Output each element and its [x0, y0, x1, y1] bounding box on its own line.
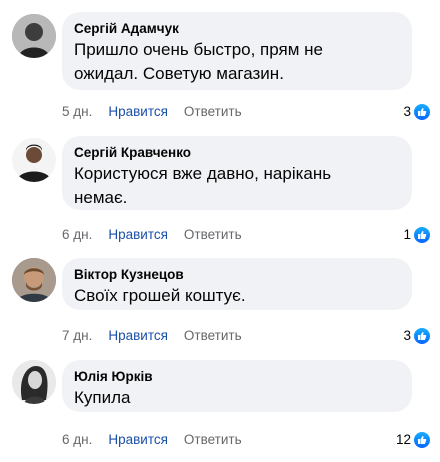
comment-item: Юлія Юрків Купила 6 дн. Нравится Ответит…: [0, 346, 440, 462]
comment-item: Сергій Адамчук Пришло очень быстро, прям…: [0, 0, 440, 122]
reply-link[interactable]: Ответить: [184, 103, 242, 121]
like-link[interactable]: Нравится: [108, 327, 168, 345]
avatar-photo-icon: [12, 258, 56, 302]
avatar[interactable]: [12, 360, 56, 404]
comment-bubble: Юлія Юрків Купила: [62, 360, 412, 412]
comment-text-line: немає.: [74, 188, 128, 207]
comment-time[interactable]: 7 дн.: [62, 327, 92, 345]
comment-actions: 7 дн. Нравится Ответить: [62, 327, 242, 345]
reply-link[interactable]: Ответить: [184, 226, 242, 244]
comment-author[interactable]: Юлія Юрків: [74, 368, 400, 386]
comment-bubble: Віктор Кузнецов Своїх грошей коштує.: [62, 258, 412, 310]
like-thumb-icon: [414, 432, 430, 448]
comment-actions: 6 дн. Нравится Ответить: [62, 431, 242, 449]
reaction-count[interactable]: 3: [403, 327, 430, 345]
comment-author[interactable]: Сергій Адамчук: [74, 20, 400, 38]
comment-text-line: Користуюся вже давно, нарікань: [74, 164, 332, 183]
reaction-count-value: 12: [395, 432, 411, 447]
reaction-count[interactable]: 12: [396, 431, 430, 449]
reply-link[interactable]: Ответить: [184, 327, 242, 345]
avatar[interactable]: [12, 14, 56, 58]
comment-time[interactable]: 5 дн.: [62, 103, 92, 121]
avatar-photo-icon: [12, 14, 56, 58]
reply-link[interactable]: Ответить: [184, 431, 242, 449]
avatar-photo-icon: [12, 138, 56, 182]
reaction-count[interactable]: 1: [403, 226, 430, 244]
comment-text-line: Пришло очень быстро, прям не: [74, 40, 323, 59]
reaction-count-value: 3: [403, 328, 411, 343]
comment-item: Віктор Кузнецов Своїх грошей коштує. 7 д…: [0, 244, 440, 346]
like-thumb-icon: [414, 328, 430, 344]
comment-time[interactable]: 6 дн.: [62, 226, 92, 244]
comment-actions: 5 дн. Нравится Ответить: [62, 103, 242, 121]
reaction-count-value: 3: [403, 104, 411, 119]
avatar-photo-icon: [12, 360, 56, 404]
like-link[interactable]: Нравится: [108, 431, 168, 449]
like-thumb-icon: [414, 227, 430, 243]
comment-text-line: Своїх грошей коштує.: [74, 286, 246, 305]
comment-bubble: Сергій Адамчук Пришло очень быстро, прям…: [62, 12, 412, 90]
comment-text-line: ожидал. Советую магазин.: [74, 64, 284, 83]
like-link[interactable]: Нравится: [108, 103, 168, 121]
avatar[interactable]: [12, 138, 56, 182]
reaction-count[interactable]: 3: [403, 103, 430, 121]
comment-author[interactable]: Сергій Кравченко: [74, 144, 400, 162]
reaction-count-value: 1: [403, 227, 411, 242]
like-link[interactable]: Нравится: [108, 226, 168, 244]
comment-time[interactable]: 6 дн.: [62, 431, 92, 449]
comment-text-line: Купила: [74, 388, 131, 407]
comment-actions: 6 дн. Нравится Ответить: [62, 226, 242, 244]
like-thumb-icon: [414, 104, 430, 120]
avatar[interactable]: [12, 258, 56, 302]
comment-item: Сергій Кравченко Користуюся вже давно, н…: [0, 122, 440, 244]
comment-author[interactable]: Віктор Кузнецов: [74, 266, 400, 284]
comment-bubble: Сергій Кравченко Користуюся вже давно, н…: [62, 136, 412, 210]
